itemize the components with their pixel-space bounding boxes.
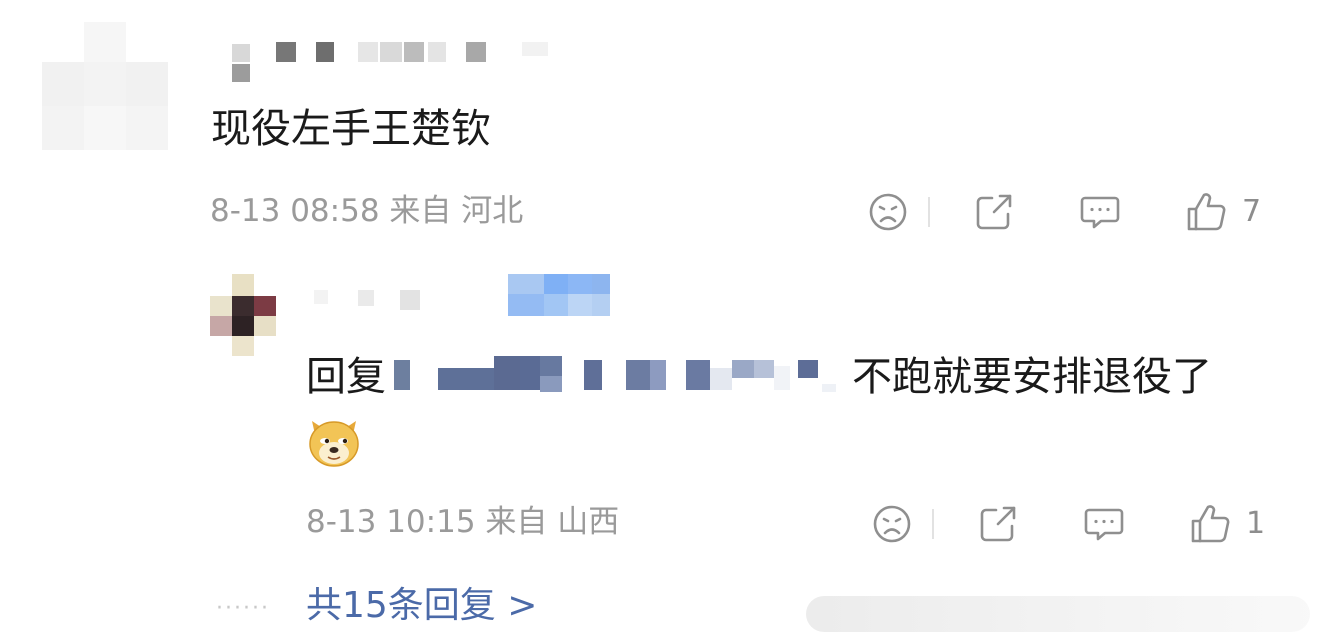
mentioned-user-redacted[interactable]: [394, 353, 844, 393]
share-icon[interactable]: [970, 188, 1018, 236]
username-redacted[interactable]: [232, 38, 552, 88]
like-button[interactable]: 7: [1182, 188, 1261, 236]
comment-icon[interactable]: [1080, 500, 1128, 548]
reply-username-redacted[interactable]: [310, 270, 620, 320]
thumbs-up-icon[interactable]: [1186, 500, 1234, 548]
like-button[interactable]: 1: [1186, 500, 1265, 548]
share-icon[interactable]: [974, 500, 1022, 548]
comment-actions: 7: [864, 186, 1261, 238]
doge-emoji: [306, 413, 362, 469]
like-count: 1: [1246, 506, 1266, 541]
thumbs-up-icon[interactable]: [1182, 188, 1230, 236]
reply-prefix: 回复: [306, 354, 386, 400]
comment-text: 现役左手王楚钦: [211, 106, 491, 152]
watermark: [806, 596, 1310, 632]
sad-face-icon[interactable]: [864, 188, 912, 236]
reply-avatar[interactable]: [210, 272, 276, 358]
divider: [928, 197, 930, 227]
like-count: 7: [1242, 194, 1262, 229]
sad-face-icon[interactable]: [868, 500, 916, 548]
divider: [932, 509, 934, 539]
reply-actions: 1: [868, 498, 1265, 550]
comment-icon[interactable]: [1076, 188, 1124, 236]
comment-meta: 8-13 08:58 来自 河北: [210, 193, 524, 229]
more-replies-link[interactable]: 共15条回复 >: [306, 583, 537, 629]
thread-dots: ······: [216, 596, 270, 621]
reply-text-block: 回复 不跑就要安排退役了: [306, 349, 1266, 469]
reply-text: 不跑就要安排退役了: [852, 354, 1212, 400]
avatar[interactable]: [40, 22, 170, 152]
reply-meta: 8-13 10:15 来自 山西: [306, 504, 620, 540]
